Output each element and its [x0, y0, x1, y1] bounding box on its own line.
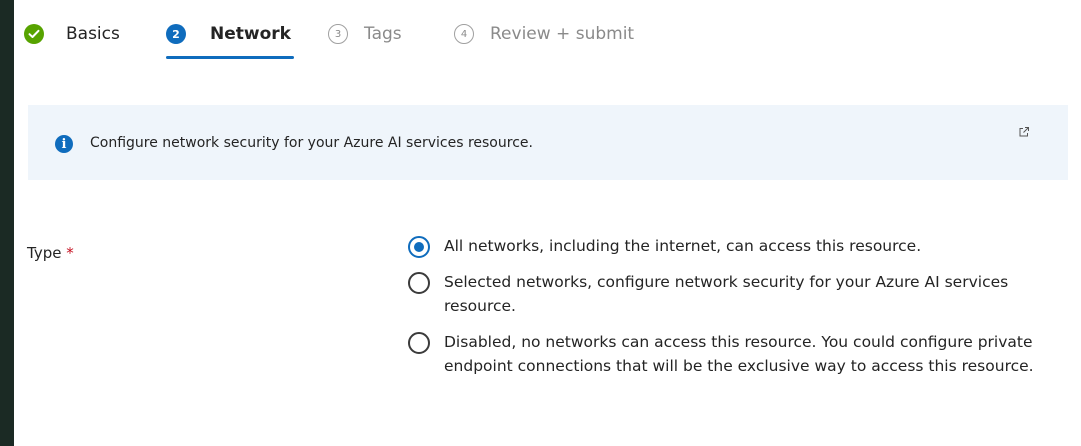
step-number-badge: 2	[166, 24, 186, 44]
radio-button[interactable]	[408, 272, 430, 294]
radio-disabled[interactable]: Disabled, no networks can access this re…	[408, 330, 1058, 378]
type-field-label: Type *	[27, 244, 74, 262]
type-label-text: Type	[27, 244, 62, 262]
checkmark-icon	[24, 24, 44, 44]
step-number-badge: 3	[328, 24, 348, 44]
required-marker: *	[66, 244, 74, 262]
network-type-radio-group: All networks, including the internet, ca…	[408, 234, 1058, 390]
tab-tags[interactable]: 3 Tags	[328, 20, 402, 48]
radio-selected-networks[interactable]: Selected networks, configure network sec…	[408, 270, 1058, 318]
radio-all-networks[interactable]: All networks, including the internet, ca…	[408, 234, 1058, 258]
tab-review-label: Review + submit	[490, 24, 635, 44]
tab-network[interactable]: 2 Network	[166, 20, 291, 48]
active-tab-indicator	[166, 56, 294, 59]
info-banner-text: Configure network security for your Azur…	[90, 135, 533, 151]
radio-all-networks-label: All networks, including the internet, ca…	[444, 237, 922, 255]
tab-basics[interactable]: Basics	[24, 20, 120, 48]
radio-disabled-label: Disabled, no networks can access this re…	[444, 333, 1034, 375]
radio-dot	[414, 242, 424, 252]
radio-selected-networks-label: Selected networks, configure network sec…	[444, 273, 1009, 315]
tab-network-label: Network	[210, 24, 291, 44]
info-icon: i	[55, 135, 73, 153]
tab-review-submit[interactable]: 4 Review + submit	[454, 20, 634, 48]
tab-basics-label: Basics	[66, 24, 120, 44]
info-banner: i Configure network security for your Az…	[28, 105, 1068, 180]
create-resource-panel: Basics 2 Network 3 Tags 4 Review + submi…	[14, 0, 1081, 446]
radio-button-selected[interactable]	[408, 236, 430, 258]
radio-button[interactable]	[408, 332, 430, 354]
tab-tags-label: Tags	[364, 24, 402, 44]
external-link-icon[interactable]	[1018, 123, 1030, 137]
step-number-badge: 4	[454, 24, 474, 44]
